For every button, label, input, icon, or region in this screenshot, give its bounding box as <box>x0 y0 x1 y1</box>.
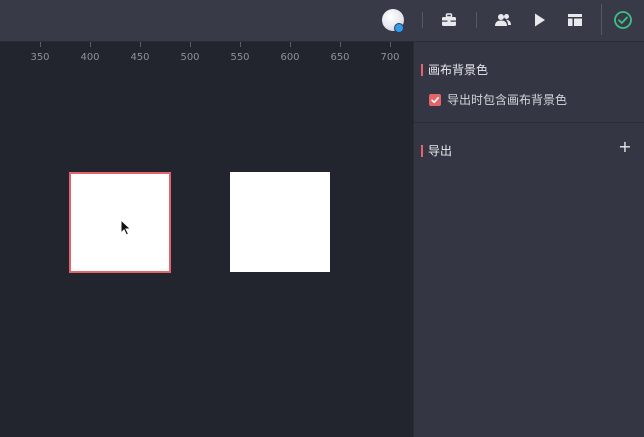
section-export: 导出 <box>421 142 452 159</box>
section-title: 画布背景色 <box>428 63 489 77</box>
ruler-tick <box>140 42 141 47</box>
ruler-tick <box>390 42 391 47</box>
online-status-dot <box>394 23 404 33</box>
mouse-cursor-icon <box>120 218 132 236</box>
ruler-tick <box>240 42 241 47</box>
toolbox-icon[interactable] <box>437 9 461 31</box>
section-title: 导出 <box>428 144 453 158</box>
include-background-checkbox[interactable] <box>429 93 441 106</box>
canvas-area[interactable] <box>0 60 413 437</box>
ruler-tick <box>90 42 91 47</box>
artboard[interactable] <box>230 172 330 272</box>
properties-panel: 画布背景色 导出时包含画布背景色 导出 + <box>413 42 644 437</box>
checkmark-icon <box>431 96 439 103</box>
layout-icon[interactable] <box>563 9 587 31</box>
check-circle-icon[interactable] <box>611 9 635 31</box>
ruler-tick <box>190 42 191 47</box>
section-divider <box>414 122 644 123</box>
section-canvas-background: 画布背景色 <box>421 61 488 78</box>
toolbar-separator <box>601 4 602 35</box>
top-toolbar <box>0 0 644 42</box>
ruler-tick <box>340 42 341 47</box>
ruler-tick <box>290 42 291 47</box>
toolbar-separator <box>422 12 423 28</box>
play-icon[interactable] <box>527 9 551 31</box>
section-accent-bar <box>421 144 423 157</box>
ruler-tick <box>40 42 41 47</box>
toolbar-separator <box>476 12 477 28</box>
checkbox-label: 导出时包含画布背景色 <box>447 93 568 107</box>
include-background-checkbox-row[interactable]: 导出时包含画布背景色 <box>429 91 567 108</box>
horizontal-ruler: 350 400 450 500 550 600 650 700 <box>0 42 413 63</box>
add-export-button[interactable]: + <box>618 139 632 155</box>
section-accent-bar <box>421 63 423 76</box>
users-icon[interactable] <box>491 9 515 31</box>
